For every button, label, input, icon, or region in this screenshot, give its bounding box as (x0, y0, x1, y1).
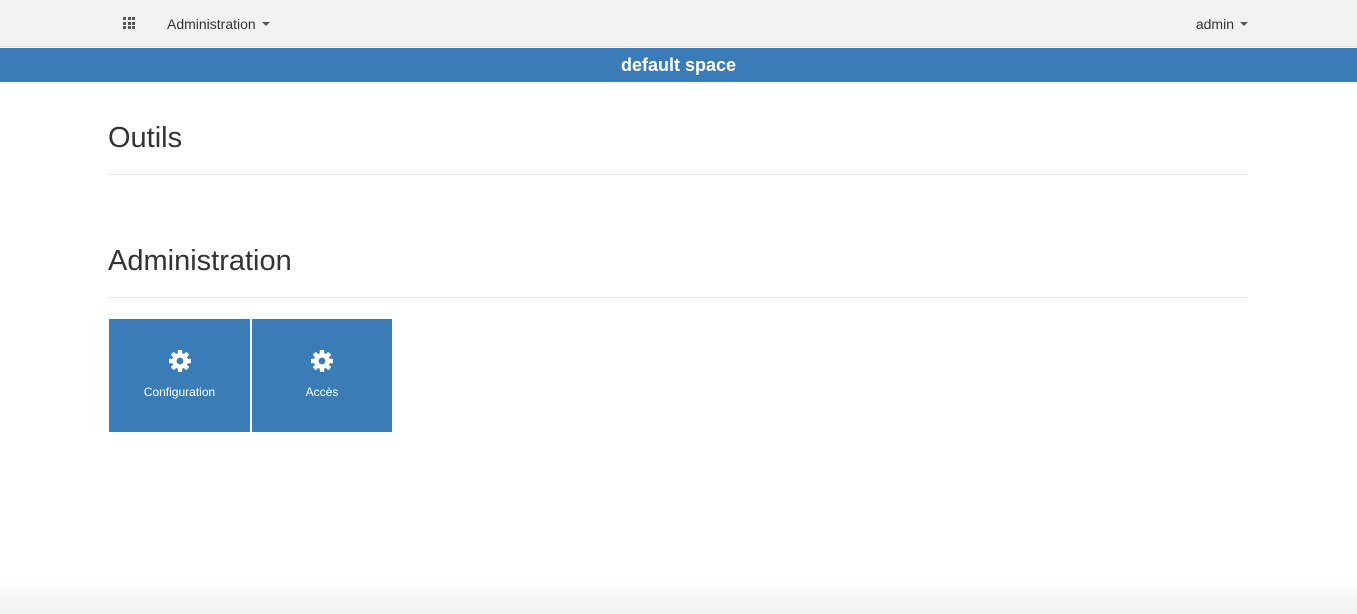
section-title-outils: Outils (108, 122, 183, 154)
administration-dropdown-label: Administration (167, 15, 256, 32)
section-title-administration: Administration (108, 245, 292, 277)
gear-icon (168, 350, 191, 372)
section-divider (108, 297, 1248, 298)
acces-tile[interactable]: Accès (252, 319, 392, 432)
space-banner: default space (0, 48, 1357, 82)
grid-icon (123, 17, 135, 29)
configuration-tile[interactable]: Configuration (109, 319, 250, 432)
tile-label: Configuration (143, 385, 216, 399)
space-title: default space (620, 54, 737, 75)
user-dropdown[interactable]: admin (1196, 0, 1248, 47)
user-dropdown-label: admin (1195, 15, 1234, 32)
caret-down-icon (1240, 21, 1248, 26)
gear-icon (311, 350, 333, 372)
apps-menu-button[interactable] (116, 10, 142, 36)
caret-down-icon (261, 21, 270, 26)
page-bottom-shadow (0, 574, 1357, 614)
tile-label: Accès (305, 385, 339, 399)
top-navbar: Administration admin (0, 0, 1357, 47)
section-divider (108, 174, 1248, 175)
administration-dropdown[interactable]: Administration (167, 0, 270, 47)
